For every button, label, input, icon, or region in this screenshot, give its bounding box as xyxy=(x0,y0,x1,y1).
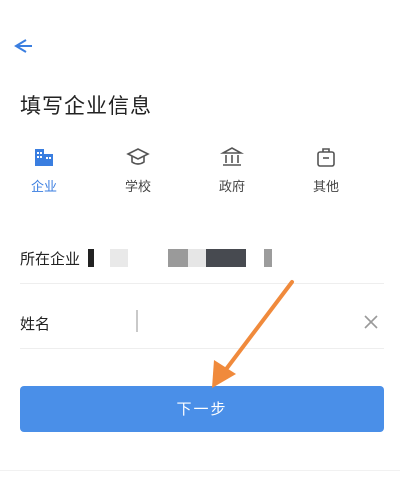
text-cursor xyxy=(136,310,138,332)
company-label: 所在企业 xyxy=(20,250,81,268)
org-type-label: 学校 xyxy=(124,180,151,195)
org-type-enterprise[interactable]: 企业 xyxy=(16,146,72,195)
divider xyxy=(0,470,400,471)
back-button[interactable] xyxy=(8,32,36,60)
graduation-cap-icon xyxy=(126,148,150,165)
org-type-label: 企业 xyxy=(30,180,57,195)
redacted-block xyxy=(264,249,272,267)
org-type-selector: 企业 学校 政府 其他 xyxy=(0,146,400,206)
government-icon xyxy=(220,147,244,166)
org-type-label: 其他 xyxy=(312,180,339,195)
briefcase-icon xyxy=(317,148,335,167)
org-type-government[interactable]: 政府 xyxy=(204,146,260,195)
redacted-block xyxy=(110,249,128,267)
company-field[interactable]: 所在企业 xyxy=(20,233,384,284)
org-type-label: 政府 xyxy=(218,180,245,195)
redacted-block xyxy=(188,249,206,267)
next-button[interactable]: 下一步 xyxy=(20,386,384,432)
redacted-block xyxy=(88,249,94,267)
org-type-other[interactable]: 其他 xyxy=(298,146,354,195)
name-label: 姓名 xyxy=(20,315,51,333)
building-icon xyxy=(35,149,53,166)
redacted-block xyxy=(168,249,188,267)
redacted-block xyxy=(206,249,246,267)
arrow-left-icon xyxy=(14,39,32,53)
close-icon[interactable] xyxy=(362,313,380,331)
page-title: 填写企业信息 xyxy=(20,94,152,118)
name-field[interactable]: 姓名 xyxy=(20,298,384,349)
org-type-school[interactable]: 学校 xyxy=(110,146,166,195)
